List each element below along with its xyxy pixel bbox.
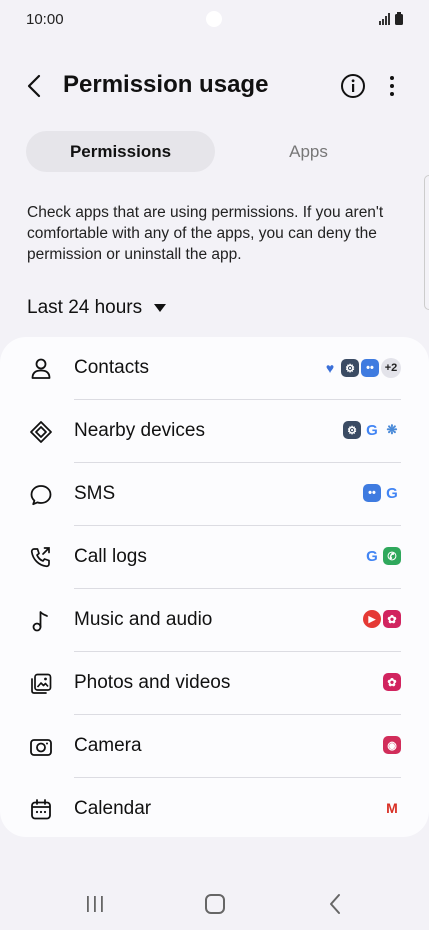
heart-app-icon: ♥ bbox=[325, 360, 335, 376]
info-icon[interactable] bbox=[340, 73, 366, 99]
app-icons: ✿ bbox=[383, 673, 401, 691]
screen: 10:00 Permission usage Permissions Apps … bbox=[0, 0, 429, 930]
google-app-icon: G bbox=[386, 484, 398, 502]
permission-label: Calendar bbox=[74, 798, 152, 819]
permission-label: Photos and videos bbox=[74, 672, 231, 693]
music-note-icon bbox=[32, 611, 48, 632]
gallery-app-icon: ✿ bbox=[383, 610, 401, 628]
gmail-app-icon: M bbox=[386, 800, 398, 816]
status-time: 10:00 bbox=[26, 11, 64, 28]
app-icons: G ✆ bbox=[363, 547, 401, 565]
description-text: Check apps that are using permissions. I… bbox=[27, 204, 384, 263]
calendar-icon bbox=[31, 799, 51, 820]
tab-apps[interactable]: Apps bbox=[214, 131, 403, 172]
media-player-app-icon: ▶ bbox=[363, 610, 381, 628]
tab-permissions[interactable]: Permissions bbox=[26, 131, 215, 172]
google-app-icon: G bbox=[366, 421, 378, 439]
time-range-label: Last 24 hours bbox=[27, 297, 143, 318]
camera-icon bbox=[30, 739, 52, 756]
page-title: Permission usage bbox=[63, 71, 269, 98]
permission-row-music-audio[interactable]: Music and audio ▶ ✿ bbox=[0, 589, 429, 652]
person-icon bbox=[31, 358, 51, 379]
settings-app-icon: ⚙ bbox=[341, 359, 359, 377]
permission-label: Contacts bbox=[74, 357, 149, 378]
permission-label: Camera bbox=[74, 735, 142, 756]
scroll-indicator bbox=[424, 175, 429, 310]
app-icons: ◉ bbox=[383, 736, 401, 754]
tab-bar: Permissions Apps bbox=[26, 131, 403, 172]
permission-label: SMS bbox=[74, 483, 116, 504]
permission-row-contacts[interactable]: Contacts ♥ ⚙ •• +2 bbox=[0, 337, 429, 400]
permissions-list: Contacts ♥ ⚙ •• +2 Nearby devices ⚙ G ❋ bbox=[0, 337, 429, 837]
connectivity-app-icon: ❋ bbox=[386, 422, 398, 437]
recent-apps-icon[interactable] bbox=[84, 894, 106, 914]
navigation-bar bbox=[0, 880, 429, 928]
permission-label: Nearby devices bbox=[74, 420, 205, 441]
dropdown-caret-icon bbox=[154, 304, 167, 312]
permission-row-photos-videos[interactable]: Photos and videos ✿ bbox=[0, 652, 429, 715]
app-icons: ⚙ G ❋ bbox=[343, 421, 401, 439]
more-apps-count: +2 bbox=[381, 358, 401, 378]
photos-icon bbox=[31, 673, 52, 694]
time-range-dropdown[interactable]: Last 24 hours bbox=[27, 297, 167, 319]
gallery-app-icon: ✿ bbox=[383, 673, 401, 691]
app-bar: Permission usage bbox=[0, 60, 429, 112]
app-icons: ♥ ⚙ •• +2 bbox=[321, 358, 401, 378]
permission-row-calendar[interactable]: Calendar M bbox=[0, 778, 429, 841]
back-arrow-icon[interactable] bbox=[22, 72, 50, 100]
permission-row-sms[interactable]: SMS •• G bbox=[0, 463, 429, 526]
phone-app-icon: ✆ bbox=[383, 547, 401, 565]
permission-label: Music and audio bbox=[74, 609, 213, 630]
call-log-icon bbox=[30, 547, 50, 568]
app-icons: •• G bbox=[363, 484, 401, 502]
permission-row-camera[interactable]: Camera ◉ bbox=[0, 715, 429, 778]
permission-label: Call logs bbox=[74, 546, 147, 567]
nav-back-icon[interactable] bbox=[326, 892, 344, 916]
status-bar: 10:00 bbox=[0, 0, 429, 40]
camera-app-icon: ◉ bbox=[383, 736, 401, 754]
front-camera-cutout bbox=[206, 11, 222, 27]
nearby-devices-icon bbox=[30, 421, 52, 443]
message-bubble-icon bbox=[30, 485, 52, 506]
signal-battery-icon bbox=[379, 12, 403, 25]
messages-app-icon: •• bbox=[363, 484, 381, 502]
messages-app-icon: •• bbox=[361, 359, 379, 377]
app-icons: ▶ ✿ bbox=[363, 610, 401, 628]
permission-row-nearby-devices[interactable]: Nearby devices ⚙ G ❋ bbox=[0, 400, 429, 463]
home-icon[interactable] bbox=[205, 894, 225, 914]
permission-row-call-logs[interactable]: Call logs G ✆ bbox=[0, 526, 429, 589]
settings-app-icon: ⚙ bbox=[343, 421, 361, 439]
more-options-icon[interactable] bbox=[382, 73, 402, 99]
app-icons: M bbox=[383, 799, 401, 817]
google-app-icon: G bbox=[366, 547, 378, 565]
